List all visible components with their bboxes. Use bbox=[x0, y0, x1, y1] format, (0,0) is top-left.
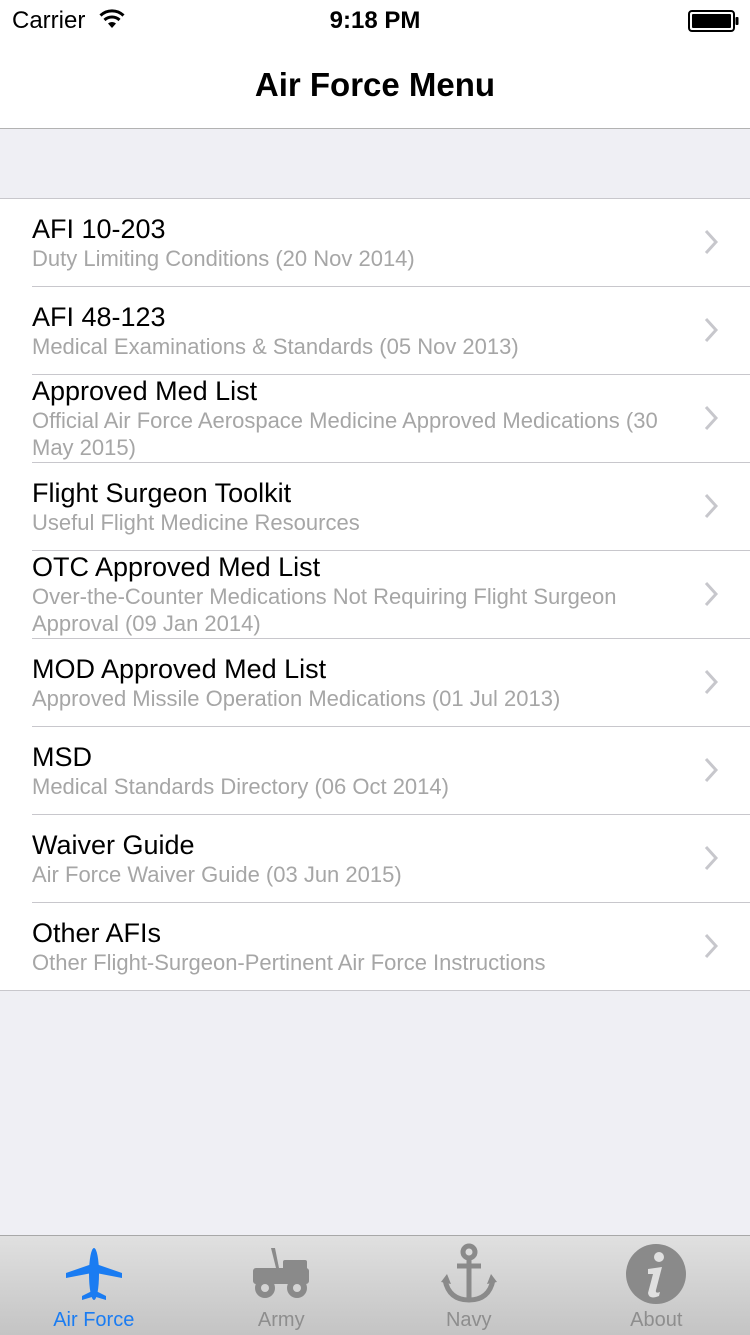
page-title: Air Force Menu bbox=[0, 65, 750, 105]
list-item-subtitle: Over-the-Counter Medications Not Requiri… bbox=[32, 583, 682, 637]
chevron-right-icon bbox=[704, 845, 718, 871]
list-item-subtitle: Approved Missile Operation Medications (… bbox=[32, 685, 682, 712]
list-item-mod-approved-med-list[interactable]: MOD Approved Med List Approved Missile O… bbox=[32, 639, 750, 727]
list-item-other-afis[interactable]: Other AFIs Other Flight-Surgeon-Pertinen… bbox=[32, 903, 750, 990]
status-time: 9:18 PM bbox=[0, 7, 750, 35]
list-item-otc-approved-med-list[interactable]: OTC Approved Med List Over-the-Counter M… bbox=[32, 551, 750, 639]
list-item-text: Waiver Guide Air Force Waiver Guide (03 … bbox=[32, 815, 682, 902]
list-item-subtitle: Duty Limiting Conditions (20 Nov 2014) bbox=[32, 245, 682, 272]
chevron-right-icon bbox=[704, 493, 718, 519]
list-item-text: MSD Medical Standards Directory (06 Oct … bbox=[32, 727, 682, 814]
tab-label: Army bbox=[188, 1308, 376, 1332]
airplane-icon bbox=[62, 1242, 126, 1306]
tab-air-force[interactable]: Air Force bbox=[0, 1236, 188, 1335]
list-item-flight-surgeon-toolkit[interactable]: Flight Surgeon Toolkit Useful Flight Med… bbox=[32, 463, 750, 551]
tab-label: About bbox=[563, 1308, 750, 1332]
list-item-subtitle: Medical Examinations & Standards (05 Nov… bbox=[32, 333, 682, 360]
list-item-subtitle: Useful Flight Medicine Resources bbox=[32, 509, 682, 536]
chevron-right-icon bbox=[704, 669, 718, 695]
list-item-text: Flight Surgeon Toolkit Useful Flight Med… bbox=[32, 463, 682, 550]
list-item-approved-med-list[interactable]: Approved Med List Official Air Force Aer… bbox=[32, 375, 750, 463]
list-item-text: MOD Approved Med List Approved Missile O… bbox=[32, 639, 682, 726]
list-item-text: Other AFIs Other Flight-Surgeon-Pertinen… bbox=[32, 903, 682, 990]
list-item-text: AFI 10-203 Duty Limiting Conditions (20 … bbox=[32, 199, 682, 286]
tab-navy[interactable]: Navy bbox=[375, 1236, 563, 1335]
anchor-icon bbox=[437, 1242, 501, 1306]
chevron-right-icon bbox=[704, 757, 718, 783]
list-item-subtitle: Air Force Waiver Guide (03 Jun 2015) bbox=[32, 861, 682, 888]
list-item-title: Flight Surgeon Toolkit bbox=[32, 478, 682, 508]
jeep-icon bbox=[249, 1242, 313, 1306]
chevron-right-icon bbox=[704, 229, 718, 255]
list-item-title: AFI 48-123 bbox=[32, 302, 682, 332]
list-item-subtitle: Medical Standards Directory (06 Oct 2014… bbox=[32, 773, 682, 800]
chevron-right-icon bbox=[704, 581, 718, 607]
list-item-afi-10-203[interactable]: AFI 10-203 Duty Limiting Conditions (20 … bbox=[32, 199, 750, 287]
menu-list: AFI 10-203 Duty Limiting Conditions (20 … bbox=[0, 198, 750, 991]
list-item-title: AFI 10-203 bbox=[32, 214, 682, 244]
list-item-text: OTC Approved Med List Over-the-Counter M… bbox=[32, 551, 682, 638]
list-item-subtitle: Official Air Force Aerospace Medicine Ap… bbox=[32, 407, 682, 461]
tab-army[interactable]: Army bbox=[188, 1236, 376, 1335]
tab-about[interactable]: About bbox=[563, 1236, 750, 1335]
chevron-right-icon bbox=[704, 317, 718, 343]
chevron-right-icon bbox=[704, 933, 718, 959]
tab-bar: Air Force Army Navy bbox=[0, 1235, 750, 1335]
list-item-waiver-guide[interactable]: Waiver Guide Air Force Waiver Guide (03 … bbox=[32, 815, 750, 903]
list-item-title: MOD Approved Med List bbox=[32, 654, 682, 684]
navigation-bar: Air Force Menu bbox=[0, 40, 750, 129]
list-item-title: Approved Med List bbox=[32, 376, 682, 406]
chevron-right-icon bbox=[704, 405, 718, 431]
status-bar: Carrier 9:18 PM bbox=[0, 0, 750, 40]
list-item-text: AFI 48-123 Medical Examinations & Standa… bbox=[32, 287, 682, 374]
list-item-title: Other AFIs bbox=[32, 918, 682, 948]
list-item-title: Waiver Guide bbox=[32, 830, 682, 860]
battery-icon bbox=[688, 10, 740, 32]
list-item-text: Approved Med List Official Air Force Aer… bbox=[32, 375, 682, 462]
tab-label: Navy bbox=[375, 1308, 563, 1332]
list-item-msd[interactable]: MSD Medical Standards Directory (06 Oct … bbox=[32, 727, 750, 815]
list-item-subtitle: Other Flight-Surgeon-Pertinent Air Force… bbox=[32, 949, 682, 976]
tab-label: Air Force bbox=[0, 1308, 188, 1332]
info-icon bbox=[624, 1242, 688, 1306]
list-item-title: OTC Approved Med List bbox=[32, 552, 682, 582]
list-item-title: MSD bbox=[32, 742, 682, 772]
list-item-afi-48-123[interactable]: AFI 48-123 Medical Examinations & Standa… bbox=[32, 287, 750, 375]
